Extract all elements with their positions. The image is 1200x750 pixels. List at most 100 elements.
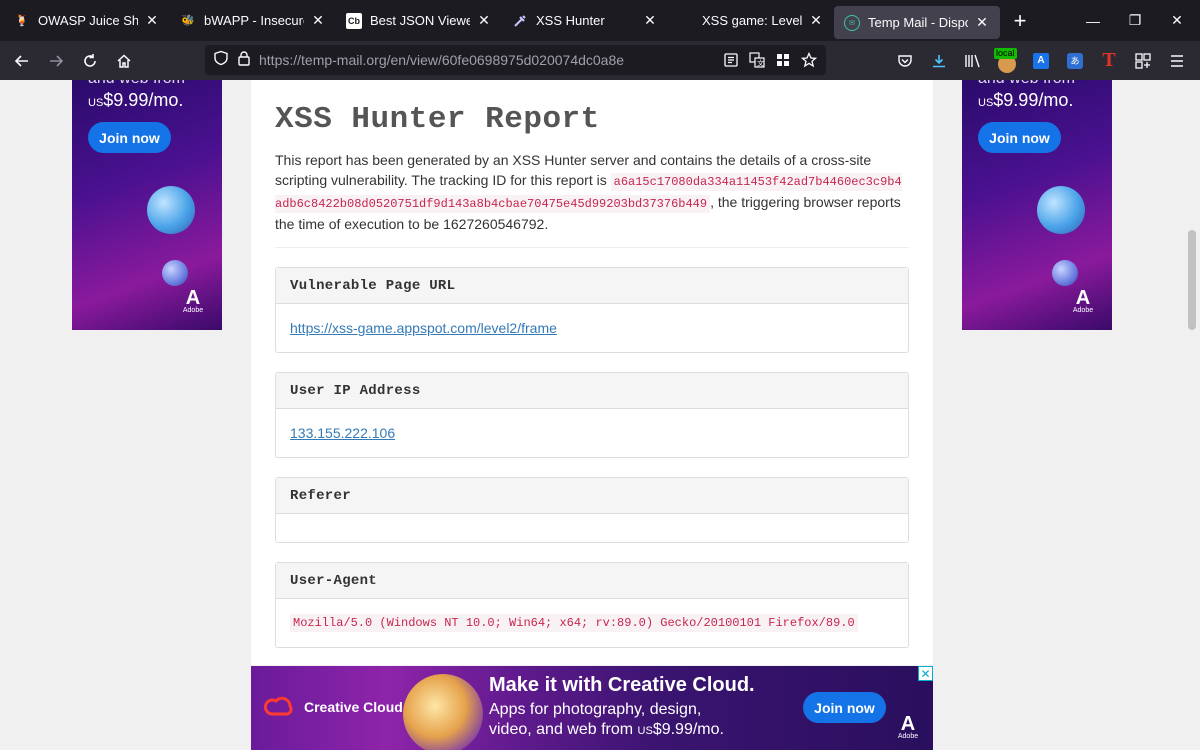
user-ip-link[interactable]: 133.155.222.106 bbox=[290, 425, 395, 441]
panel-heading: Referer bbox=[276, 478, 908, 514]
tracking-shield-icon[interactable] bbox=[213, 50, 229, 71]
tab-owasp-juice-shop[interactable]: 🍹 OWASP Juice Shop ✕ bbox=[4, 0, 170, 41]
planet-graphic bbox=[1052, 260, 1078, 286]
nav-bar: https://temp-mail.org/en/view/60fe069897… bbox=[0, 41, 1200, 80]
tab-xss-game[interactable]: XSS game: Level 2 ✕ bbox=[668, 0, 834, 41]
ad-headline: Make it with Creative Cloud. bbox=[489, 674, 755, 696]
user-ip-panel: User IP Address 133.155.222.106 bbox=[275, 372, 909, 458]
user-agent-value: Mozilla/5.0 (Windows NT 10.0; Win64; x64… bbox=[290, 614, 858, 632]
toolbar-right: local A あ T bbox=[888, 41, 1200, 80]
tempmail-icon: ✉ bbox=[844, 14, 860, 31]
reader-view-icon[interactable] bbox=[718, 45, 744, 75]
downloads-icon[interactable] bbox=[922, 44, 956, 78]
tab-title: XSS game: Level 2 bbox=[702, 13, 802, 28]
left-side-ad[interactable]: and web from US$9.99/mo. Join now AAdobe bbox=[72, 80, 222, 330]
bookmark-star-icon[interactable] bbox=[796, 45, 822, 75]
tab-title: OWASP Juice Shop bbox=[38, 13, 138, 28]
ad-join-button[interactable]: Join now bbox=[88, 122, 171, 153]
close-icon[interactable]: ✕ bbox=[974, 14, 990, 31]
bottom-banner-ad[interactable]: Creative Cloud Make it with Creative Clo… bbox=[251, 666, 933, 750]
tab-title: bWAPP - Insecure iFram bbox=[204, 13, 304, 28]
close-icon[interactable]: ✕ bbox=[144, 12, 160, 29]
scrollbar-thumb[interactable] bbox=[1188, 230, 1196, 330]
panel-heading: Vulnerable Page URL bbox=[276, 268, 908, 304]
reload-button[interactable] bbox=[73, 44, 107, 78]
planet-graphic bbox=[162, 260, 188, 286]
panel-body bbox=[276, 514, 908, 542]
page-scrollbar[interactable] bbox=[1184, 80, 1200, 750]
url-host: https://temp-mail.org bbox=[259, 52, 387, 68]
planet-graphic bbox=[403, 674, 483, 750]
local-badge: local bbox=[994, 47, 1017, 59]
tab-xss-hunter[interactable]: XSS Hunter ✕ bbox=[502, 0, 668, 41]
forward-button[interactable] bbox=[39, 44, 73, 78]
tab-bwapp[interactable]: 🐝 bWAPP - Insecure iFram ✕ bbox=[170, 0, 336, 41]
planet-graphic bbox=[1037, 186, 1085, 234]
creative-cloud-label: Creative Cloud bbox=[304, 699, 403, 715]
ad-join-button[interactable]: Join now bbox=[803, 692, 886, 723]
ad-price: US$9.99/mo. bbox=[88, 90, 184, 110]
close-ad-icon[interactable]: ✕ bbox=[918, 666, 933, 681]
page-title: XSS Hunter Report bbox=[275, 102, 600, 137]
adobe-logo: A Adobe bbox=[897, 713, 919, 740]
close-icon[interactable]: ✕ bbox=[476, 12, 492, 29]
syringe-icon bbox=[512, 13, 528, 29]
tab-title: Temp Mail - Disposable bbox=[868, 15, 968, 30]
ad-top-text: and web from bbox=[88, 80, 185, 88]
tab-temp-mail[interactable]: ✉ Temp Mail - Disposable ✕ bbox=[834, 6, 1000, 39]
translate-icon[interactable]: 文 bbox=[744, 45, 770, 75]
tab-json-viewer[interactable]: Cb Best JSON Viewer and ✕ bbox=[336, 0, 502, 41]
referer-panel: Referer bbox=[275, 477, 909, 543]
report-page: XSS Hunter Report This report has been g… bbox=[251, 80, 933, 665]
close-icon[interactable]: ✕ bbox=[310, 12, 326, 29]
panel-body: 133.155.222.106 bbox=[276, 409, 908, 457]
panel-body: https://xss-game.appspot.com/level2/fram… bbox=[276, 304, 908, 352]
right-side-ad[interactable]: and web from US$9.99/mo. Join now AAdobe bbox=[962, 80, 1112, 330]
creative-cloud-icon bbox=[263, 696, 293, 723]
url-path: /en/view/60fe0698975d020074dc0a8e bbox=[386, 52, 625, 68]
library-icon[interactable] bbox=[956, 44, 990, 78]
adobe-logo: A Adobe bbox=[182, 287, 204, 314]
ad-subtext: Apps for photography, design, video, and… bbox=[489, 701, 724, 738]
bee-icon: 🐝 bbox=[181, 15, 195, 27]
ad-price: US$9.99/mo. bbox=[978, 90, 1074, 110]
ad-join-button[interactable]: Join now bbox=[978, 122, 1061, 153]
ad-top-text: and web from bbox=[978, 80, 1075, 88]
vulnerable-url-panel: Vulnerable Page URL https://xss-game.app… bbox=[275, 267, 909, 353]
lock-icon[interactable] bbox=[237, 50, 251, 71]
translator-extension-icon[interactable]: A bbox=[1024, 44, 1058, 78]
close-icon[interactable]: ✕ bbox=[642, 12, 658, 29]
new-tab-button[interactable]: + bbox=[1000, 0, 1040, 41]
page-content: and web from US$9.99/mo. Join now AAdobe… bbox=[0, 80, 1184, 750]
juice-shop-icon: 🍹 bbox=[15, 15, 29, 27]
extensions-icon[interactable] bbox=[1126, 44, 1160, 78]
home-button[interactable] bbox=[107, 44, 141, 78]
menu-hamburger-icon[interactable] bbox=[1160, 44, 1194, 78]
panel-body: Mozilla/5.0 (Windows NT 10.0; Win64; x64… bbox=[276, 599, 908, 647]
restore-button[interactable]: ❐ bbox=[1112, 0, 1158, 41]
tab-title: Best JSON Viewer and bbox=[370, 13, 470, 28]
pocket-icon[interactable] bbox=[888, 44, 922, 78]
back-button[interactable] bbox=[5, 44, 39, 78]
svg-text:文: 文 bbox=[757, 59, 764, 68]
tab-strip: 🍹 OWASP Juice Shop ✕ 🐝 bWAPP - Insecure … bbox=[0, 0, 1200, 41]
t-extension-icon[interactable]: T bbox=[1092, 44, 1126, 78]
close-window-button[interactable]: ✕ bbox=[1154, 0, 1200, 41]
report-intro: This report has been generated by an XSS… bbox=[275, 152, 902, 232]
language-extension-icon[interactable]: あ bbox=[1058, 44, 1092, 78]
close-icon[interactable]: ✕ bbox=[808, 12, 824, 29]
divider bbox=[275, 247, 909, 248]
planet-graphic bbox=[147, 186, 195, 234]
minimize-button[interactable]: — bbox=[1070, 0, 1116, 41]
user-agent-panel: User-Agent Mozilla/5.0 (Windows NT 10.0;… bbox=[275, 562, 909, 648]
extensions-grid-icon[interactable] bbox=[770, 45, 796, 75]
adobe-logo: A Adobe bbox=[1072, 287, 1094, 314]
cookie-extension-icon[interactable]: local bbox=[990, 44, 1024, 78]
blank-page-icon bbox=[678, 13, 694, 29]
cb-icon: Cb bbox=[346, 12, 362, 29]
tab-title: XSS Hunter bbox=[536, 13, 605, 28]
url-text[interactable]: https://temp-mail.org/en/view/60fe069897… bbox=[259, 52, 624, 68]
url-bar[interactable]: https://temp-mail.org/en/view/60fe069897… bbox=[205, 45, 826, 75]
vulnerable-url-link[interactable]: https://xss-game.appspot.com/level2/fram… bbox=[290, 320, 557, 336]
panel-heading: User IP Address bbox=[276, 373, 908, 409]
